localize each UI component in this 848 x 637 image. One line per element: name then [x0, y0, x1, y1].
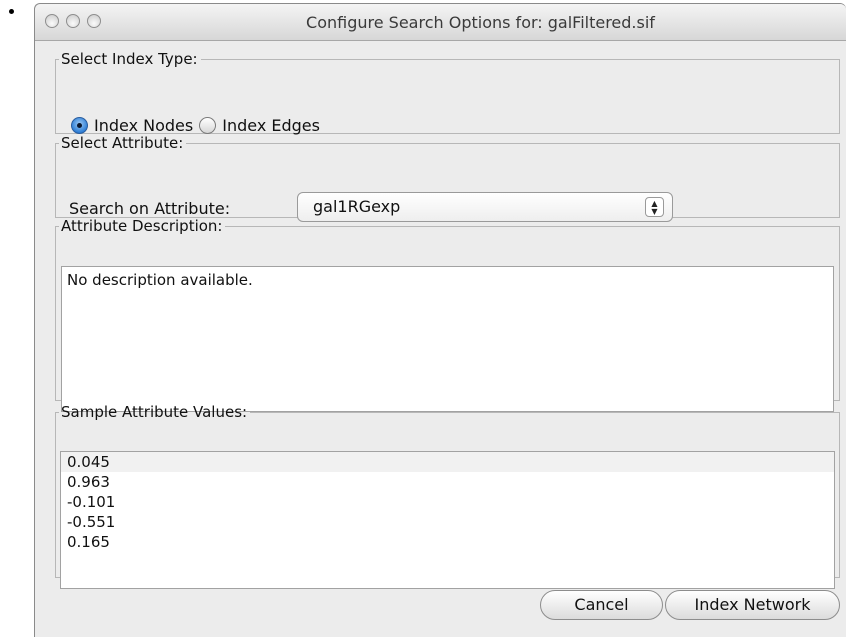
window-title: Configure Search Options for: galFiltere…: [306, 13, 655, 32]
index-type-group: Select Index Type: Index Nodes Index Edg…: [55, 50, 840, 135]
sample-value-row[interactable]: 0.165: [61, 532, 834, 552]
sample-value-row[interactable]: 0.045: [61, 452, 834, 472]
title-bar[interactable]: Configure Search Options for: galFiltere…: [35, 4, 846, 41]
sample-value-row[interactable]: -0.101: [61, 492, 834, 512]
cancel-button[interactable]: Cancel: [540, 590, 663, 620]
sample-value-row[interactable]: -0.551: [61, 512, 834, 532]
index-type-legend: Select Index Type:: [61, 50, 198, 68]
select-attribute-group: Select Attribute: Search on Attribute: g…: [55, 134, 840, 222]
description-text: No description available.: [67, 271, 253, 289]
index-edges-radio[interactable]: [199, 117, 217, 134]
index-edges-label[interactable]: Index Edges: [222, 116, 320, 135]
sample-values-legend: Sample Attribute Values:: [61, 403, 248, 421]
attribute-description-legend: Attribute Description:: [61, 217, 223, 235]
select-arrows-icon: ▲ ▼: [645, 197, 664, 217]
attribute-select-value: gal1RGexp: [313, 197, 401, 216]
bullet-dot: [9, 9, 14, 14]
select-attribute-legend: Select Attribute:: [61, 134, 184, 152]
sample-value-row[interactable]: 0.963: [61, 472, 834, 492]
dialog-window: Configure Search Options for: galFiltere…: [34, 3, 846, 637]
index-nodes-radio[interactable]: [71, 117, 88, 134]
search-attribute-label: Search on Attribute:: [69, 199, 231, 218]
index-network-button[interactable]: Index Network: [665, 590, 840, 620]
index-nodes-label[interactable]: Index Nodes: [94, 116, 193, 135]
attribute-description-group: Attribute Description: No description av…: [55, 217, 840, 412]
sample-values-list[interactable]: 0.045 0.963 -0.101 -0.551 0.165: [60, 451, 835, 589]
description-text-area[interactable]: No description available.: [61, 266, 834, 412]
sample-values-group: Sample Attribute Values: 0.045 0.963 -0.…: [55, 403, 840, 589]
